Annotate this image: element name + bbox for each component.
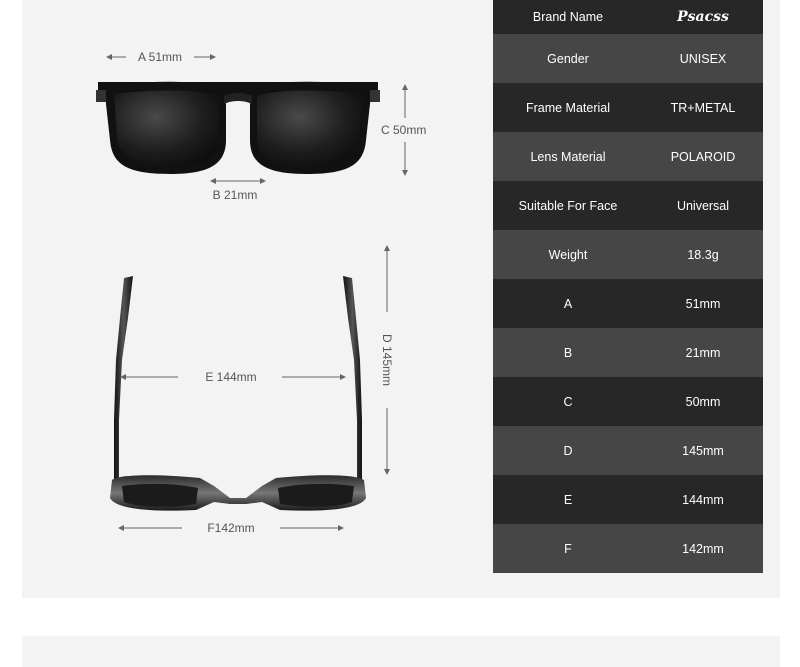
spec-key: D — [563, 443, 573, 458]
spec-value: 144mm — [682, 492, 724, 507]
spec-value: 142mm — [682, 541, 724, 556]
sunglasses-front-view — [96, 81, 380, 174]
spec-table: Brand Name Psacss Gender UNISEX Frame Ma… — [493, 0, 763, 573]
dimension-e: E 144mm — [120, 370, 346, 384]
dimension-d: D 145mm — [380, 245, 394, 475]
spec-value: 50mm — [685, 394, 721, 409]
spec-value: 18.3g — [687, 247, 719, 262]
dimension-a: A 51mm — [106, 50, 216, 64]
next-panel-strip — [22, 636, 780, 667]
spec-row-suitable-for-face: Suitable For Face Universal — [493, 181, 763, 230]
spec-key: Brand Name — [532, 10, 604, 24]
spec-row-lens-material: Lens Material POLAROID — [493, 132, 763, 181]
spec-value: 51mm — [685, 296, 721, 311]
spec-key: C — [563, 394, 573, 409]
spec-value: UNISEX — [679, 51, 727, 66]
spec-row-f: F 142mm — [493, 524, 763, 573]
spec-key: Lens Material — [530, 149, 606, 164]
spec-key: Weight — [548, 247, 588, 262]
spec-row-b: B 21mm — [493, 328, 763, 377]
spec-key: B — [563, 345, 573, 360]
spec-row-a: A 51mm — [493, 279, 763, 328]
spec-key: F — [564, 541, 572, 556]
spec-row-weight: Weight 18.3g — [493, 230, 763, 279]
dimension-d-label: D 145mm — [380, 334, 394, 386]
dimension-a-label: A 51mm — [138, 50, 182, 64]
spec-row-e: E 144mm — [493, 475, 763, 524]
spec-value: TR+METAL — [670, 100, 736, 115]
dimension-b-label: B 21mm — [213, 188, 258, 202]
spec-row-c: C 50mm — [493, 377, 763, 426]
dimension-f: F142mm — [118, 521, 344, 535]
spec-key: E — [563, 492, 573, 507]
spec-value: 145mm — [682, 443, 724, 458]
spec-key: Frame Material — [525, 100, 611, 115]
spec-row-frame-material: Frame Material TR+METAL — [493, 83, 763, 132]
spec-value: Psacss — [677, 9, 729, 25]
spec-row-d: D 145mm — [493, 426, 763, 475]
spec-key: Gender — [547, 51, 589, 66]
spec-row-gender: Gender UNISEX — [493, 34, 763, 83]
spec-value: POLAROID — [670, 149, 736, 164]
dimension-e-label: E 144mm — [205, 370, 256, 384]
dimension-b: B 21mm — [210, 178, 266, 202]
dimension-f-label: F142mm — [207, 521, 254, 535]
spec-row-brand-name: Brand Name Psacss — [493, 0, 763, 34]
sunglasses-dimension-diagram: A 51mm C 50mm B 21mm E 144mm D 145mm F14… — [96, 50, 426, 535]
dimension-c-label: C 50mm — [381, 123, 426, 137]
spec-key: Suitable For Face — [518, 198, 618, 213]
dimension-c: C 50mm — [381, 84, 426, 176]
spec-value: 21mm — [685, 345, 721, 360]
spec-key: A — [563, 296, 573, 311]
spec-value: Universal — [676, 198, 730, 213]
sunglasses-top-view — [110, 276, 366, 511]
